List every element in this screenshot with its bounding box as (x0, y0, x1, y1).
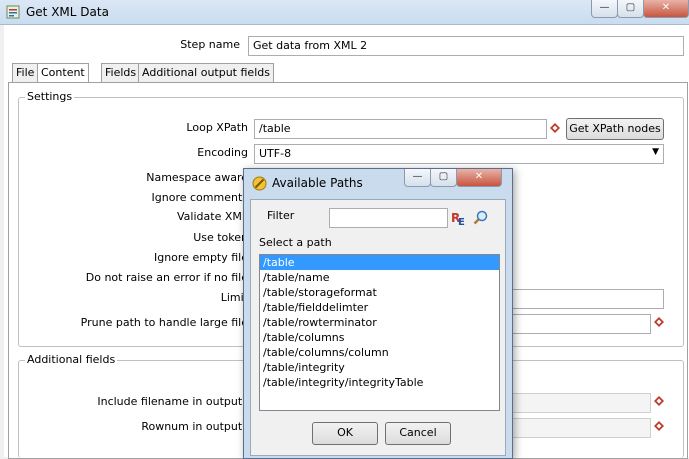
include-filename-label: Include filename in output? (97, 395, 248, 408)
list-item[interactable]: /table/storageformat (260, 285, 499, 300)
tab-fields[interactable]: Fields (101, 63, 141, 82)
search-icon[interactable] (473, 210, 489, 226)
close-button[interactable]: ✕ (643, 0, 689, 18)
svg-text:E: E (458, 217, 465, 226)
ignore-empty-file-label: Ignore empty file (153, 251, 248, 264)
window-title: Get XML Data (26, 5, 109, 19)
no-error-label: Do not raise an error if no file (85, 271, 248, 284)
step-name-label: Step name (180, 38, 240, 51)
filter-input[interactable] (329, 208, 448, 228)
list-item[interactable]: /table (260, 255, 499, 270)
app-icon (6, 5, 20, 19)
get-xpath-nodes-button[interactable]: Get XPath nodes (566, 118, 664, 140)
list-item[interactable]: /table/rowterminator (260, 315, 499, 330)
namespace-aware-label: Namespace aware (146, 171, 248, 184)
loop-xpath-input[interactable]: /table (254, 119, 547, 139)
ok-button[interactable]: OK (312, 422, 378, 445)
prune-path-label: Prune path to handle large file (80, 316, 248, 329)
encoding-value: UTF-8 (259, 147, 292, 160)
tab-file[interactable]: File (12, 63, 39, 82)
ignore-comments-label: Ignore comments (151, 191, 248, 204)
loop-xpath-label: Loop XPath (186, 121, 248, 134)
title-bar: Get XML Data — ▢ ✕ (0, 0, 689, 25)
use-token-label: Use token (193, 231, 248, 244)
dialog-maximize-button[interactable]: ▢ (430, 169, 457, 187)
dialog-minimize-button[interactable]: — (404, 169, 431, 187)
list-item[interactable]: /table/columns/column (260, 345, 499, 360)
limit-label: Limit (220, 291, 248, 304)
step-name-input[interactable]: Get data from XML 2 (248, 36, 684, 56)
variable-diamond-icon (654, 396, 664, 406)
variable-diamond-icon (550, 123, 560, 133)
maximize-button[interactable]: ▢ (617, 0, 644, 18)
cancel-button[interactable]: Cancel (385, 422, 451, 445)
available-paths-dialog: Available Paths — ▢ ✕ Filter RE Select a… (243, 168, 513, 459)
list-item[interactable]: /table/columns (260, 330, 499, 345)
validate-xml-label: Validate XML (177, 210, 248, 223)
filter-label: Filter (267, 209, 295, 222)
list-item[interactable]: /table/integrity (260, 360, 499, 375)
dialog-title: Available Paths (272, 176, 363, 190)
dialog-close-button[interactable]: ✕ (456, 169, 502, 187)
path-list[interactable]: /table /table/name /table/storageformat … (259, 254, 500, 411)
additional-fields-title: Additional fields (25, 353, 118, 366)
tab-content[interactable]: Content (37, 63, 89, 83)
chevron-down-icon: ▼ (652, 147, 659, 157)
regex-icon[interactable]: RE (451, 210, 468, 226)
list-item[interactable]: /table/fielddelimter (260, 300, 499, 315)
tab-additional-output-fields[interactable]: Additional output fields (138, 63, 274, 82)
variable-diamond-icon (654, 317, 664, 327)
no-entry-icon (252, 176, 267, 191)
encoding-label: Encoding (197, 146, 248, 159)
settings-group-title: Settings (25, 90, 75, 103)
variable-diamond-icon (654, 421, 664, 431)
list-item[interactable]: /table/name (260, 270, 499, 285)
encoding-select[interactable]: UTF-8 ▼ (254, 144, 664, 164)
select-path-label: Select a path (259, 236, 332, 249)
dialog-body: Filter RE Select a path /table /table/na… (250, 199, 506, 456)
list-item[interactable]: /table/integrity/integrityTable (260, 375, 499, 390)
minimize-button[interactable]: — (591, 0, 618, 18)
rownum-label: Rownum in output? (141, 420, 248, 433)
